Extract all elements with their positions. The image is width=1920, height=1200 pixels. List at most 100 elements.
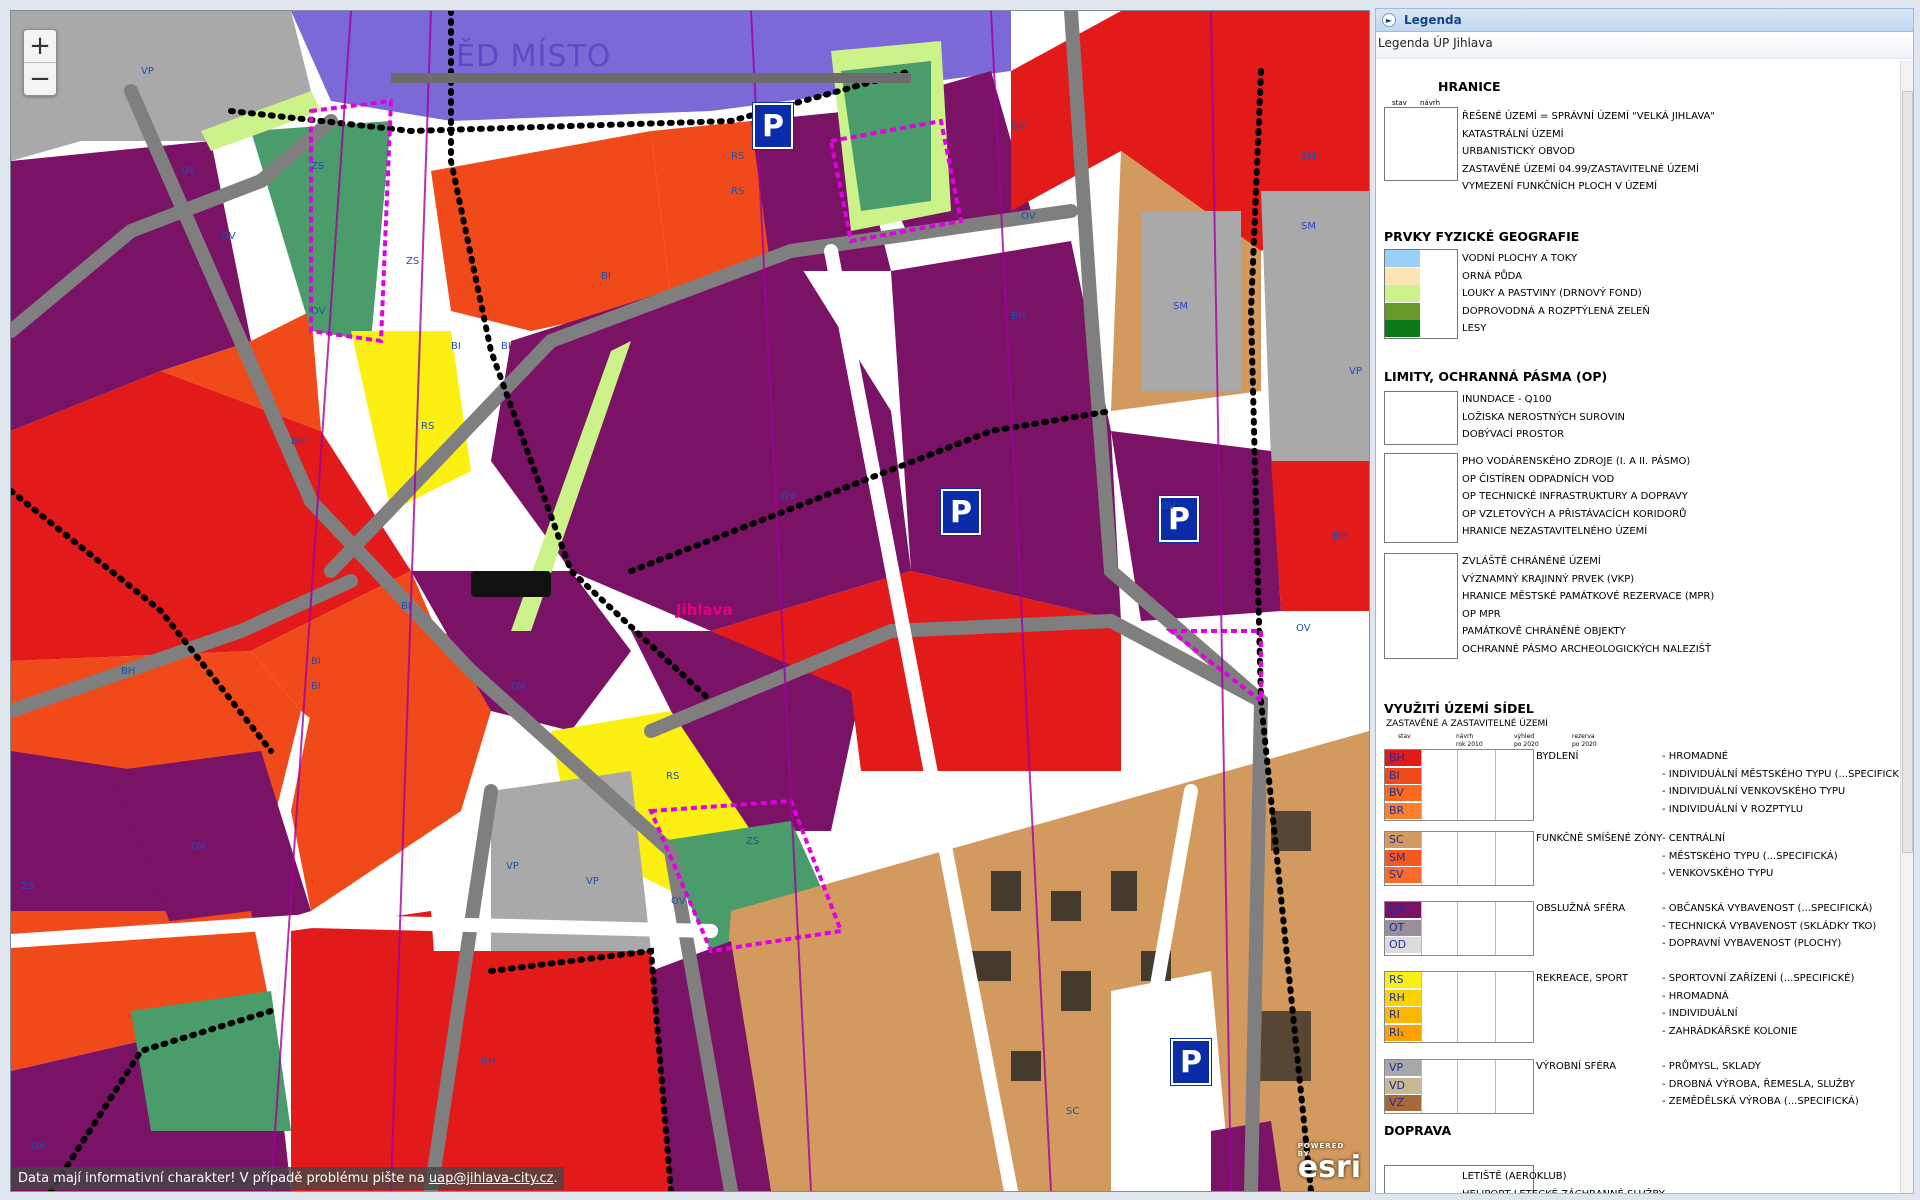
limity-item: HRANICE NEZASTAVITELNÉHO ÚZEMÍ xyxy=(1462,526,1648,537)
limity-item: PAMÁTKOVĚ CHRÁNĚNÉ OBJEKTY xyxy=(1462,626,1626,637)
zone-label: RS xyxy=(731,151,745,162)
geografie-swatch xyxy=(1385,250,1420,267)
section-vyuziti: VYUŽITÍ ÚZEMÍ SÍDEL xyxy=(1384,701,1534,716)
limity-item: VÝZNAMNÝ KRAJINNÝ PRVEK (VKP) xyxy=(1462,573,1635,585)
hranice-item: VYMEZENÍ FUNKČNÍCH PLOCH V ÚZEMÍ xyxy=(1462,181,1658,192)
disclaimer-bar: Data mají informativní charakter! V příp… xyxy=(12,1167,564,1190)
land-use-swatch: OD xyxy=(1385,937,1421,953)
zone-label: BI xyxy=(311,681,321,692)
land-use-swatch: SC xyxy=(1385,832,1421,848)
geografie-swatch xyxy=(1385,302,1420,320)
zone-label: OV xyxy=(311,306,326,317)
hranice-item: KATASTRÁLNÍ ÚZEMÍ xyxy=(1462,128,1564,140)
limity-item: OCHRANNÉ PÁSMO ARCHEOLOGICKÝCH NALEZIŠŤ xyxy=(1462,643,1712,655)
land-use-desc: - PRŮMYSL, SKLADY xyxy=(1662,1061,1761,1072)
geografie-item: LESY xyxy=(1462,323,1487,334)
zone-label: BI xyxy=(451,341,461,352)
land-use-desc: - DROBNÁ VÝROBA, ŘEMESLA, SLUŽBY xyxy=(1662,1078,1855,1090)
geografie-swatch xyxy=(1385,267,1420,285)
zone-label: OV xyxy=(31,1141,46,1152)
zone-label: OV xyxy=(181,166,196,177)
section-hranice: HRANICE xyxy=(1438,79,1501,94)
vyuziti-col-header: rezerva xyxy=(1572,733,1595,740)
collapse-icon[interactable]: ► xyxy=(1382,13,1396,27)
land-use-swatch: RH xyxy=(1385,989,1421,1006)
parking-icon: P xyxy=(941,489,981,535)
land-use-swatch: BH xyxy=(1385,750,1421,766)
geografie-item: LOUKY A PASTVINY (DRNOVÝ FOND) xyxy=(1462,288,1642,299)
land-use-swatch: RI xyxy=(1385,1007,1421,1023)
station-label: ĚD MÍSTO xyxy=(456,39,612,74)
zone-label: OV xyxy=(1011,121,1026,132)
vyuziti-group-name: FUNKČNĚ SMÍŠENÉ ZÓNY xyxy=(1536,833,1663,844)
zone-label: ZS xyxy=(406,256,420,267)
geografie-item: ORNÁ PŮDA xyxy=(1462,270,1523,282)
zone-label: RS xyxy=(666,771,680,782)
zoom-out-button[interactable]: − xyxy=(24,62,56,95)
zone-label: SC xyxy=(1066,1106,1080,1117)
limity-item: HRANICE MĚSTSKÉ PAMÁTKOVÉ REZERVACE (MPR… xyxy=(1462,591,1715,602)
zoom-in-button[interactable]: + xyxy=(24,30,56,62)
zone-label: BI xyxy=(311,656,321,667)
vyuziti-group-name: VÝROBNÍ SFÉRA xyxy=(1536,1061,1617,1072)
land-use-desc: - INDIVIDUÁLNÍ V ROZPTYLU xyxy=(1662,803,1804,815)
zone-label: BH xyxy=(291,436,306,447)
land-use-swatch: RS xyxy=(1385,972,1421,988)
legend-scrollbar[interactable] xyxy=(1900,61,1913,1193)
land-use-desc: - SPORTOVNÍ ZAŘÍZENÍ (...SPECIFICKÉ) xyxy=(1662,973,1855,984)
zone-label: ZS xyxy=(311,161,325,172)
land-use-swatch: VD xyxy=(1385,1077,1421,1094)
zone-label: RS xyxy=(421,421,435,432)
land-use-swatch: BI xyxy=(1385,767,1421,784)
hranice-item: ŘEŠENÉ ÚZEMÍ = SPRÁVNÍ ÚZEMÍ "VELKÁ JIHL… xyxy=(1462,111,1715,122)
city-label: Jihlava xyxy=(676,601,733,619)
zone-label: BI xyxy=(601,271,611,282)
limity-item: OP TECHNICKÉ INFRASTRUKTURY A DOPRAVY xyxy=(1462,491,1688,502)
land-use-swatch: RI₁ xyxy=(1385,1024,1421,1041)
zone-label: ZS xyxy=(746,836,760,847)
vyuziti-col-sub: po 2020 xyxy=(1514,741,1539,748)
esri-powered-by: POWERED BY xyxy=(1297,1142,1345,1158)
land-use-desc: - VENKOVSKÉHO TYPU xyxy=(1662,868,1774,879)
hranice-item: URBANISTICKÝ OBVOD xyxy=(1462,146,1575,157)
esri-logo: POWERED BY esri xyxy=(1298,1142,1361,1185)
zone-label: OV xyxy=(1161,501,1176,512)
legend-scroll-thumb[interactable] xyxy=(1902,91,1913,853)
land-use-swatch: OT xyxy=(1385,919,1421,936)
limity-symbol-box-3 xyxy=(1384,553,1458,659)
col-navrh-label: návrh xyxy=(1420,99,1441,107)
limity-item: OP ČISTÍREN ODPADNÍCH VOD xyxy=(1462,473,1615,485)
zone-label: BI xyxy=(501,341,511,352)
land-use-desc: - MĚSTSKÉHO TYPU (...SPECIFICKÁ) xyxy=(1662,850,1838,862)
section-limity: LIMITY, OCHRANNÁ PÁSMA (OP) xyxy=(1384,369,1608,384)
land-use-desc: - ZAHRÁDKÁŘSKÉ KOLONIE xyxy=(1662,1025,1798,1037)
limity-item: DOBÝVACÍ PROSTOR xyxy=(1462,429,1565,440)
limity-item: LOŽISKA NEROSTNÝCH SUROVIN xyxy=(1462,411,1626,423)
zone-label: BH xyxy=(1011,311,1026,322)
legend-content: HRANICE PRVKY FYZICKÉ GEOGRAFIE LIMITY, … xyxy=(1376,61,1899,1193)
land-use-swatch: VZ xyxy=(1385,1095,1421,1111)
col-stav-label: stav xyxy=(1392,99,1407,107)
hranice-item: ZASTAVĚNÉ ÚZEMÍ 04.99/ZASTAVITELNÉ ÚZEMÍ xyxy=(1462,163,1700,175)
disclaimer-email-link[interactable]: uap@jihlava-city.cz xyxy=(429,1171,554,1186)
land-use-desc: - ZEMĚDĚLSKÁ VÝROBA (...SPECIFICKÁ) xyxy=(1662,1096,1859,1107)
vyuziti-col-sub: rok 2010 xyxy=(1456,741,1483,748)
vyuziti-col-header: návrh xyxy=(1456,733,1474,740)
zone-label: OV xyxy=(1296,623,1311,634)
legend-header[interactable]: ► Legenda xyxy=(1376,9,1913,32)
land-use-desc: - CENTRÁLNÍ xyxy=(1662,833,1726,844)
doprava-item: LETIŠTĚ (AEROKLUB) xyxy=(1462,1171,1567,1182)
land-use-desc: - HROMADNÁ xyxy=(1662,990,1729,1002)
limity-item: PHO VODÁRENSKÉHO ZDROJE (I. A II. PÁSMO) xyxy=(1462,456,1691,467)
zone-label: OV xyxy=(671,896,686,907)
land-use-swatch: BV xyxy=(1385,785,1421,801)
parking-icon: P xyxy=(753,103,793,149)
zone-label: OV xyxy=(221,231,236,242)
limity-item: INUNDACE - Q100 xyxy=(1462,394,1552,405)
geografie-swatch xyxy=(1385,285,1420,302)
map-view[interactable]: ĚD MÍSTO Jihlava + − P P P P VP OV ZS OV RS R… xyxy=(10,10,1370,1192)
geografie-item: DOPROVODNÁ A ROZPTÝLENÁ ZELEŇ xyxy=(1462,305,1650,317)
limity-symbol-box-2 xyxy=(1384,453,1458,543)
vyuziti-group-name: OBSLUŽNÁ SFÉRA xyxy=(1536,903,1626,914)
land-use-swatch: VP xyxy=(1385,1060,1421,1076)
